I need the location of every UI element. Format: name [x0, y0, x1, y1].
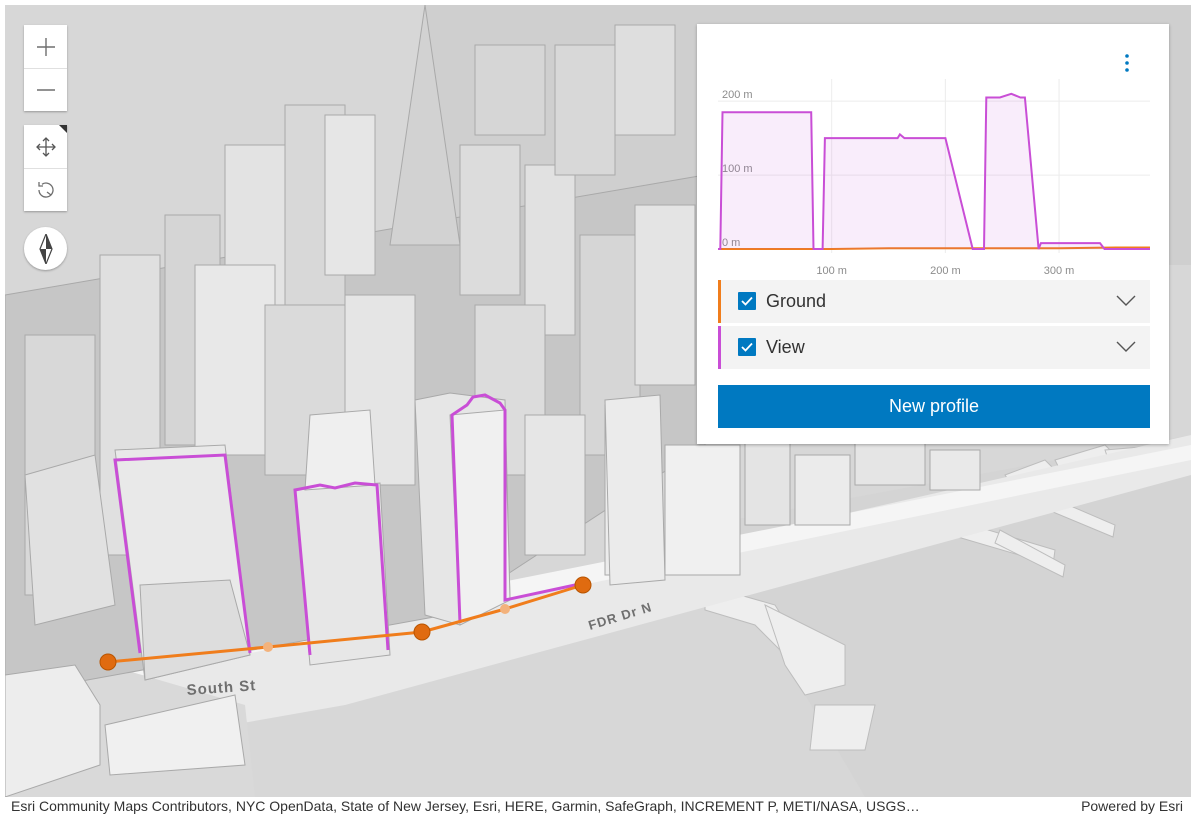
ground-checkbox[interactable]	[738, 292, 756, 310]
ground-color-accent	[718, 280, 721, 323]
rotate-button[interactable]	[24, 168, 67, 211]
profile-row-view[interactable]: View	[718, 326, 1150, 369]
zoom-out-button[interactable]	[24, 68, 67, 111]
ground-label: Ground	[766, 291, 827, 311]
pan-button[interactable]	[24, 125, 67, 168]
navigation-mode-controls	[24, 125, 67, 211]
active-marker	[59, 125, 67, 133]
rotate-icon	[37, 182, 54, 198]
zoom-in-button[interactable]	[24, 25, 67, 68]
x-tick-label: 100 m	[816, 265, 847, 277]
profile-row-ground[interactable]: Ground	[718, 280, 1150, 323]
attribution-text[interactable]: Esri Community Maps Contributors, NYC Op…	[11, 798, 1067, 814]
checkmark-icon	[741, 342, 753, 352]
powered-by-esri-link[interactable]: Powered by Esri	[1081, 798, 1183, 814]
attribution-bar: Esri Community Maps Contributors, NYC Op…	[5, 797, 1191, 815]
new-profile-button[interactable]: New profile	[718, 385, 1150, 428]
compass-button[interactable]	[24, 227, 67, 270]
elevation-profile-chart[interactable]: 200 m100 m0 m100 m 200 m 300 m	[697, 64, 1169, 304]
zoom-controls	[24, 25, 67, 111]
zoom-out-icon	[36, 89, 55, 91]
zoom-in-icon	[36, 37, 55, 56]
view-checkbox[interactable]	[738, 338, 756, 356]
elevation-profile-panel: 200 m 100 m0 m 100 m 200 m 300 m Ground View…	[697, 24, 1169, 444]
view-series-area	[718, 93, 1150, 249]
view-color-accent	[718, 326, 721, 369]
view-label: View	[766, 337, 805, 357]
checkmark-icon	[741, 296, 753, 306]
y-tick-label: 200 m	[722, 89, 753, 101]
x-tick-label: 300 m	[1044, 265, 1075, 277]
chevron-down-icon[interactable]	[1116, 340, 1136, 358]
x-tick-label: 200 m	[930, 265, 961, 277]
chevron-down-icon[interactable]	[1116, 294, 1136, 312]
pan-icon	[35, 136, 56, 157]
compass-icon	[38, 233, 53, 264]
